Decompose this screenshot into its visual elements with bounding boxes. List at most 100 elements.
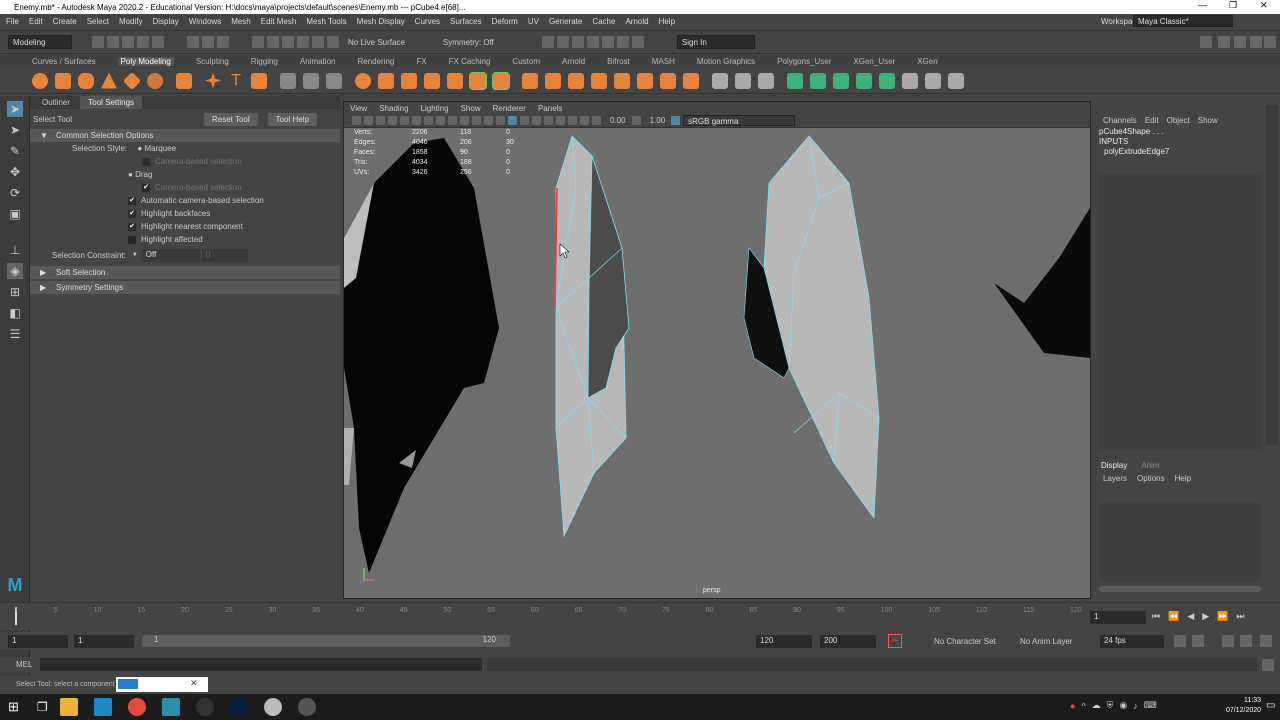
- render-view-icon[interactable]: [616, 36, 629, 48]
- shelf-tab-sculpting[interactable]: Sculpting: [196, 57, 229, 66]
- tray-language-icon[interactable]: ⌨: [1144, 700, 1157, 711]
- highlight-affected-checkbox[interactable]: [128, 235, 136, 244]
- fps-select[interactable]: 24 fps: [1100, 634, 1164, 648]
- maya-mini-icon[interactable]: [118, 679, 138, 689]
- scale-tool-icon[interactable]: ▣: [7, 206, 23, 222]
- steam-icon[interactable]: [297, 698, 316, 716]
- go-to-end-icon[interactable]: ⏭: [1236, 611, 1244, 622]
- windows-start-icon[interactable]: ⊞: [8, 699, 19, 715]
- render-settings-icon[interactable]: [586, 36, 599, 48]
- shadows-icon[interactable]: [532, 116, 541, 125]
- shelf-tab-fx-caching[interactable]: FX Caching: [449, 57, 491, 66]
- vp-menu-renderer[interactable]: Renderer: [493, 104, 526, 113]
- poly-cone-icon[interactable]: [101, 72, 117, 89]
- current-frame-field[interactable]: 1: [1090, 611, 1146, 624]
- sign-in-select[interactable]: Sign In: [676, 35, 755, 49]
- mirror-icon[interactable]: [378, 72, 394, 89]
- poly-cylinder-icon[interactable]: [78, 72, 94, 89]
- playback-end-field[interactable]: 120: [756, 634, 812, 648]
- store-app-icon[interactable]: [93, 698, 112, 716]
- mini-close-icon[interactable]: ✕: [190, 678, 198, 689]
- poly-cube-icon[interactable]: [55, 72, 71, 89]
- menu-edit[interactable]: Edit: [29, 17, 43, 26]
- snap-live-icon[interactable]: [327, 36, 339, 48]
- shape-node-name[interactable]: pCube4Shape . . .: [1099, 127, 1265, 137]
- menu-select[interactable]: Select: [87, 17, 109, 26]
- menu-arnold[interactable]: Arnold: [625, 17, 648, 26]
- chrome-icon[interactable]: [127, 698, 146, 716]
- notifications-icon[interactable]: ▭: [1266, 700, 1275, 711]
- workspace-select[interactable]: Maya Classic*: [1133, 15, 1233, 27]
- shelf-tab-rendering[interactable]: Rendering: [357, 57, 394, 66]
- edge-loop-icon[interactable]: [614, 72, 630, 89]
- tool-settings-icon[interactable]: [1234, 36, 1246, 48]
- camera-based-drag-checkbox[interactable]: ✔: [142, 183, 150, 192]
- drag-radio[interactable]: ●: [128, 170, 133, 179]
- menu-uv[interactable]: UV: [528, 17, 539, 26]
- layer-help-menu[interactable]: Help: [1175, 474, 1191, 483]
- menu-display[interactable]: Display: [153, 17, 179, 26]
- layer-options-menu[interactable]: Options: [1137, 474, 1165, 483]
- shelf-tab-bifrost[interactable]: Bifrost: [607, 57, 630, 66]
- ambient-occlusion-icon[interactable]: [544, 116, 553, 125]
- redo-icon[interactable]: [152, 36, 164, 48]
- snap-curve-icon[interactable]: [267, 36, 279, 48]
- select-tool-icon[interactable]: ➤: [7, 101, 23, 117]
- command-input[interactable]: [40, 658, 482, 671]
- play-forward-icon[interactable]: ▶: [1202, 611, 1209, 622]
- field-chart-icon[interactable]: [448, 116, 457, 125]
- smooth-shade-icon[interactable]: [484, 116, 493, 125]
- bookmark-icon[interactable]: [376, 116, 385, 125]
- menu-curves[interactable]: Curves: [415, 17, 440, 26]
- uv-editor-icon[interactable]: [712, 72, 728, 89]
- tray-arrow-icon[interactable]: ^: [1081, 701, 1085, 711]
- save-scene-icon[interactable]: [122, 36, 134, 48]
- file-explorer-icon[interactable]: [59, 698, 78, 716]
- tool-help-button[interactable]: Tool Help: [267, 112, 318, 126]
- menu-generate[interactable]: Generate: [549, 17, 582, 26]
- center-pivot-icon[interactable]: [833, 72, 849, 89]
- tab-display-layers[interactable]: Display: [1101, 461, 1127, 470]
- character-set-select[interactable]: No Character Set: [934, 637, 996, 646]
- layer-scrollbar[interactable]: [1099, 586, 1261, 592]
- shelf-tab-polygons-user[interactable]: Polygons_User: [777, 57, 831, 66]
- camera-attributes-icon[interactable]: [364, 116, 373, 125]
- end-time-field[interactable]: 200: [820, 634, 876, 648]
- lights-icon[interactable]: [520, 116, 529, 125]
- new-scene-icon[interactable]: [92, 36, 104, 48]
- shelf-tab-curves-surfaces[interactable]: Curves / Surfaces: [32, 57, 96, 66]
- poly-plane-icon[interactable]: [122, 71, 142, 90]
- reset-tool-button[interactable]: Reset Tool: [204, 112, 258, 126]
- shelf-tab-fx[interactable]: FX: [416, 57, 426, 66]
- bird-app-icon[interactable]: [263, 698, 282, 716]
- automatic-map-icon[interactable]: [758, 72, 774, 89]
- shelf-tab-mash[interactable]: MASH: [652, 57, 675, 66]
- shelf-tab-custom[interactable]: Custom: [512, 57, 540, 66]
- script-language-label[interactable]: MEL: [16, 660, 32, 669]
- menu-mesh-display[interactable]: Mesh Display: [357, 17, 405, 26]
- harden-edge-icon[interactable]: [925, 72, 941, 89]
- live-surface-label[interactable]: No Live Surface: [348, 38, 405, 47]
- constraint-dropdown-icon[interactable]: ▼: [132, 252, 138, 258]
- smooth-icon[interactable]: [326, 72, 342, 89]
- modeling-toolkit-icon[interactable]: [1200, 36, 1212, 48]
- outliner-toggle-icon[interactable]: [1264, 36, 1276, 48]
- collapse-icon[interactable]: [591, 72, 607, 89]
- textured-icon[interactable]: [508, 116, 517, 125]
- soften-edge-icon[interactable]: [902, 72, 918, 89]
- auto-camera-checkbox[interactable]: ✔: [128, 196, 136, 205]
- shelf-tab-rigging[interactable]: Rigging: [251, 57, 278, 66]
- menu-deform[interactable]: Deform: [492, 17, 518, 26]
- step-forward-icon[interactable]: ⏩: [1217, 611, 1228, 622]
- render-frame-icon[interactable]: [541, 36, 554, 48]
- auto-key-icon[interactable]: ⟜: [888, 634, 902, 648]
- poly-torus-icon[interactable]: [147, 72, 163, 89]
- channel-show-menu[interactable]: Show: [1198, 116, 1218, 125]
- colorspace-select[interactable]: sRGB gamma: [683, 115, 796, 126]
- poly-sphere-icon[interactable]: [32, 72, 48, 89]
- tab-tool-settings[interactable]: Tool Settings: [80, 96, 143, 109]
- menu-mesh[interactable]: Mesh: [231, 17, 251, 26]
- tray-onedrive-icon[interactable]: ☁: [1092, 700, 1101, 711]
- channel-object-menu[interactable]: Object: [1167, 116, 1190, 125]
- shelf-tab-poly-modeling[interactable]: Poly Modeling: [117, 56, 174, 66]
